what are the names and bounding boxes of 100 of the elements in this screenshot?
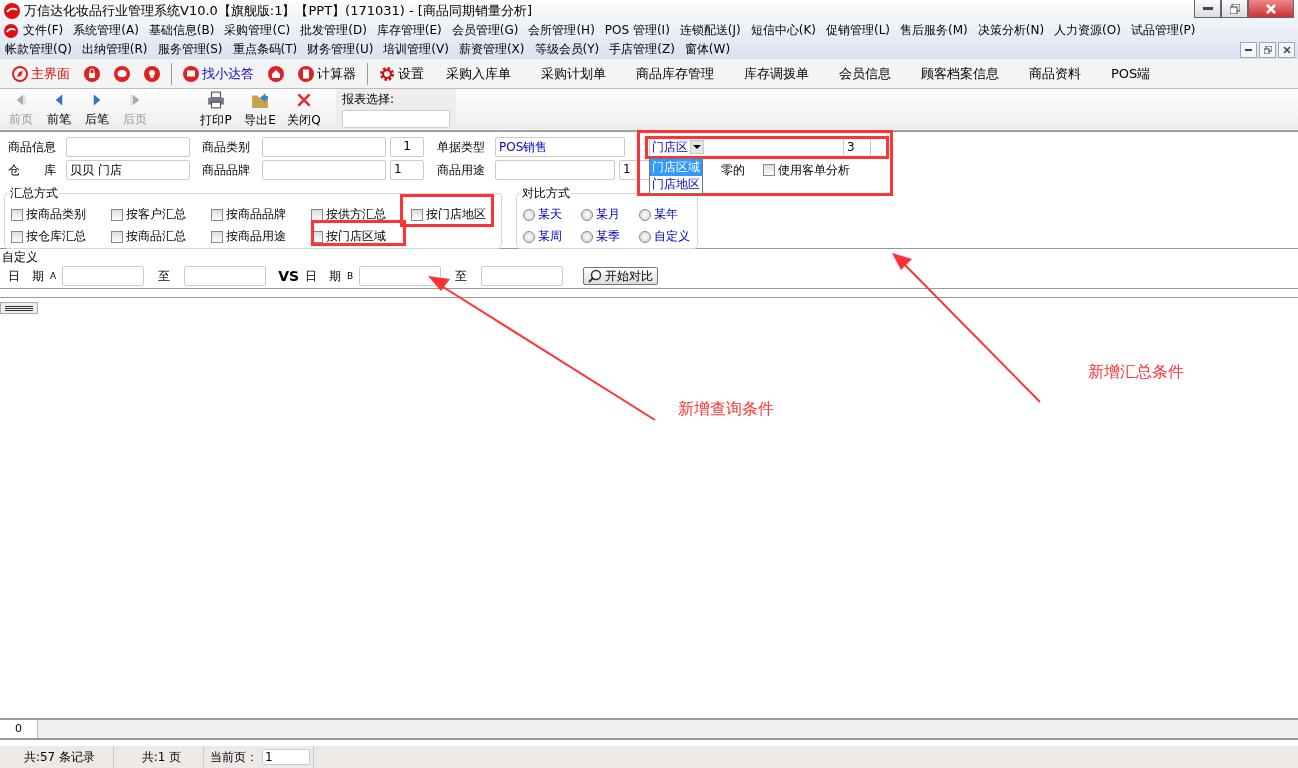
input-field[interactable]: [359, 266, 442, 286]
dropdown-option[interactable]: 门店地区: [650, 176, 702, 193]
toolbar-button[interactable]: 主界面: [6, 64, 76, 83]
field-label: 零的: [721, 161, 745, 179]
radio-button[interactable]: 某周: [523, 228, 581, 245]
folder-icon: [251, 90, 269, 109]
toolbar-button[interactable]: 设置: [373, 64, 430, 83]
close-button[interactable]: [1278, 41, 1295, 58]
menu-item[interactable]: POS 管理(I): [599, 22, 675, 39]
radio-button[interactable]: 某年: [639, 206, 697, 223]
toolbar-button[interactable]: 顾客档案信息: [907, 64, 1013, 83]
menu-item[interactable]: 系统管理(A): [68, 22, 144, 39]
menu-item[interactable]: 批发管理(D): [295, 22, 372, 39]
menu-item[interactable]: 服务管理(S): [152, 41, 228, 58]
vs-label: VS: [278, 268, 300, 284]
toolbar-button[interactable]: 采购入库单: [432, 64, 525, 83]
checkbox[interactable]: 按客户汇总: [111, 206, 211, 223]
status-text: 共:1 页: [141, 748, 182, 766]
menu-item[interactable]: 薪资管理(X): [453, 41, 530, 58]
status-text: 当前页：: [210, 748, 258, 766]
nav-button[interactable]: 后笔: [78, 89, 116, 130]
restore-icon: [1229, 3, 1240, 14]
checkbox[interactable]: 按门店地区: [411, 206, 501, 223]
menu-item[interactable]: 出纳管理(R): [76, 41, 153, 58]
input-field[interactable]: [495, 160, 615, 180]
restore-button[interactable]: [1221, 0, 1248, 18]
menu-item[interactable]: 会员管理(G): [446, 22, 524, 39]
minimize-button[interactable]: [1194, 0, 1221, 18]
checkbox[interactable]: 按供方汇总: [311, 206, 411, 223]
checkbox[interactable]: 按仓库汇总: [11, 228, 111, 245]
menu-item[interactable]: 售后服务(M): [895, 22, 973, 39]
radio-button[interactable]: 自定义: [639, 228, 697, 245]
menu-item[interactable]: 试品管理(P): [1125, 22, 1201, 39]
count-field[interactable]: 1: [390, 160, 424, 180]
menu-item[interactable]: 库存管理(E): [371, 22, 447, 39]
input-field[interactable]: [66, 137, 190, 157]
menu-item[interactable]: 培训管理(V): [378, 41, 454, 58]
doc-type-field[interactable]: POS销售: [495, 137, 625, 157]
minimize-button[interactable]: [1240, 41, 1257, 58]
close-icon: [1282, 45, 1291, 54]
menu-item[interactable]: 等级会员(Y): [529, 41, 605, 58]
menu-item[interactable]: 会所管理(H): [523, 22, 600, 39]
radio-button[interactable]: 某天: [523, 206, 581, 223]
menu-item[interactable]: 窗体(W): [679, 41, 736, 58]
toolbar-button[interactable]: 商品资料: [1015, 64, 1095, 83]
radio-button[interactable]: 某季: [581, 228, 639, 245]
restore-icon: [1263, 45, 1272, 54]
toolbar-button[interactable]: 会员信息: [825, 64, 905, 83]
close-button[interactable]: [1248, 0, 1294, 18]
checkbox[interactable]: 使用客单分析: [763, 161, 850, 179]
field-label: 至: [455, 267, 468, 285]
toolbar-button[interactable]: 导出E: [238, 89, 282, 130]
menu-item[interactable]: 人力资源(O): [1049, 22, 1126, 39]
menu-item[interactable]: 文件(F): [18, 22, 69, 39]
report-field[interactable]: [342, 110, 450, 128]
restore-button[interactable]: [1259, 41, 1276, 58]
input-field[interactable]: [262, 160, 386, 180]
checkbox[interactable]: 按商品类别: [11, 206, 111, 223]
toolbar-button[interactable]: 关闭Q: [282, 89, 326, 130]
toolbar-button[interactable]: 找小达答: [177, 64, 260, 83]
checkbox[interactable]: 按商品用途: [211, 228, 311, 245]
menu-item[interactable]: 促销管理(L): [821, 22, 896, 39]
field-label: 商品用途: [437, 161, 486, 179]
input-field[interactable]: [262, 137, 386, 157]
group-title: 对比方式: [521, 185, 571, 202]
toolbar-button[interactable]: 商品库存管理: [622, 64, 728, 83]
menu-item[interactable]: 基础信息(B): [143, 22, 220, 39]
field-label: 商品品牌: [202, 161, 251, 179]
annotation-text: 新增汇总条件: [1088, 362, 1184, 383]
toolbar-button[interactable]: 打印P: [194, 89, 238, 130]
menu-item[interactable]: 连锁配送(J): [674, 22, 746, 39]
menu-item[interactable]: 短信中心(K): [745, 22, 821, 39]
input-field[interactable]: 贝贝 门店: [66, 160, 190, 180]
menu-item[interactable]: 手店管理(Z): [604, 41, 680, 58]
input-field[interactable]: [62, 266, 145, 286]
toolbar-button[interactable]: 计算器: [292, 64, 362, 83]
menu-item[interactable]: 重点条码(T): [227, 41, 303, 58]
input-field[interactable]: [481, 266, 564, 286]
page-field[interactable]: 1: [262, 749, 310, 765]
toolbar-button[interactable]: 采购计划单: [527, 64, 620, 83]
menu-item[interactable]: 财务管理(U): [302, 41, 379, 58]
field-label: 单据类型: [437, 138, 486, 156]
checkbox[interactable]: 按商品汇总: [111, 228, 211, 245]
menu-item[interactable]: 决策分析(N): [972, 22, 1050, 39]
toolbar-button[interactable]: POS端: [1097, 64, 1165, 83]
menu-item[interactable]: 帐款管理(Q): [0, 41, 77, 58]
nav-button[interactable]: 前笔: [40, 89, 78, 130]
lock-icon: [84, 65, 100, 82]
input-field[interactable]: [184, 266, 267, 286]
radio-button[interactable]: 某月: [581, 206, 639, 223]
group-title: 汇总方式: [9, 185, 59, 202]
start-compare-button[interactable]: 开始对比: [583, 267, 659, 285]
minimize-icon: [1202, 6, 1213, 11]
checkbox[interactable]: 按商品品牌: [211, 206, 311, 223]
region-dropdown[interactable]: 门店区 3: [649, 137, 871, 157]
checkbox[interactable]: 按门店区域: [311, 228, 411, 245]
row-count: 0: [0, 720, 38, 738]
menu-item[interactable]: 采购管理(C): [219, 22, 296, 39]
count-field[interactable]: 1: [390, 137, 424, 157]
toolbar-button[interactable]: 库存调拨单: [730, 64, 823, 83]
